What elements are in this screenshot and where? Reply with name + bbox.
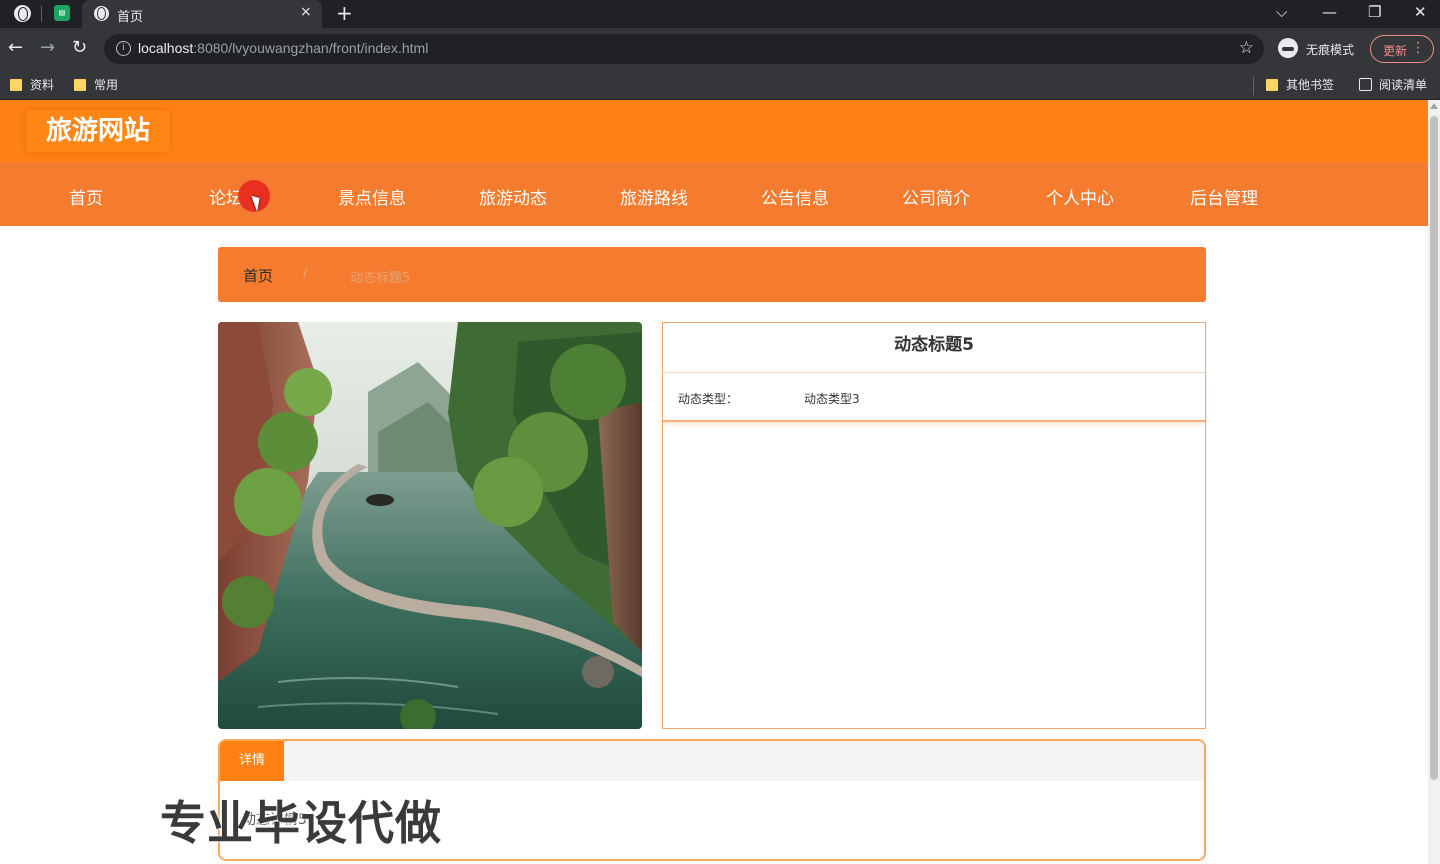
site-header: 旅游网站 bbox=[0, 100, 1428, 162]
active-tab[interactable]: 首页 × bbox=[82, 0, 322, 28]
reload-icon[interactable]: ↻ bbox=[72, 37, 87, 58]
scroll-up-icon[interactable] bbox=[1430, 103, 1438, 109]
restore-icon[interactable]: ❐ bbox=[1368, 3, 1381, 21]
detail-tab-bar: 详情 bbox=[220, 741, 1204, 781]
page-viewport: 旅游网站 首页 论坛 景点信息 旅游动态 旅游路线 公告信息 公司简介 个人中心… bbox=[0, 100, 1428, 864]
close-window-icon[interactable]: ✕ bbox=[1414, 3, 1427, 21]
tab-close-icon[interactable]: × bbox=[300, 4, 312, 20]
tab-title: 首页 bbox=[117, 9, 144, 24]
new-tab-icon[interactable]: + bbox=[336, 1, 353, 25]
browser-tab-strip: ▤ 首页 × + ⌵ — ❐ ✕ bbox=[0, 0, 1440, 28]
nav-item-home[interactable]: 首页 bbox=[69, 184, 103, 209]
nav-item-notices[interactable]: 公告信息 bbox=[761, 184, 829, 209]
bookmarks-bar: 资料 常用 其他书签 阅读清单 bbox=[0, 70, 1440, 100]
bookmark-folder-ziliao[interactable]: 资料 bbox=[8, 76, 54, 94]
news-type-row: 动态类型： 动态类型3 bbox=[663, 374, 1205, 422]
back-arrow-icon[interactable]: ← bbox=[8, 37, 23, 58]
site-info-icon[interactable]: i bbox=[116, 41, 131, 56]
browser-toolbar: ← → ↻ i localhost:8080/lvyouwangzhan/fro… bbox=[0, 28, 1440, 70]
tab-detail[interactable]: 详情 bbox=[220, 741, 284, 781]
forward-arrow-icon[interactable]: → bbox=[40, 37, 55, 58]
news-type-value: 动态类型3 bbox=[804, 392, 860, 406]
news-image bbox=[218, 322, 642, 729]
nav-item-admin[interactable]: 后台管理 bbox=[1190, 184, 1258, 209]
nav-item-company[interactable]: 公司简介 bbox=[902, 184, 970, 209]
address-bar[interactable]: i localhost:8080/lvyouwangzhan/front/ind… bbox=[104, 34, 1264, 64]
nav-item-news[interactable]: 旅游动态 bbox=[479, 184, 547, 209]
news-title: 动态标题5 bbox=[663, 323, 1205, 373]
update-button[interactable]: 更新 ⋮ bbox=[1370, 35, 1434, 63]
menu-dots-icon[interactable]: ⋮ bbox=[1411, 40, 1425, 56]
bookmark-star-icon[interactable]: ☆ bbox=[1239, 38, 1254, 58]
nav-item-routes[interactable]: 旅游路线 bbox=[620, 184, 688, 209]
folder-icon bbox=[10, 79, 22, 91]
tab-divider bbox=[41, 6, 42, 22]
news-type-label: 动态类型： bbox=[678, 392, 739, 406]
bookmark-folder-changyong[interactable]: 常用 bbox=[72, 76, 118, 94]
main-nav: 首页 论坛 景点信息 旅游动态 旅游路线 公告信息 公司简介 个人中心 后台管理 bbox=[0, 162, 1428, 226]
reading-list[interactable]: 阅读清单 bbox=[1357, 76, 1427, 94]
page-scrollbar[interactable] bbox=[1428, 100, 1440, 864]
watermark-overlay: 专业毕设代做 bbox=[160, 796, 442, 850]
nav-item-personal[interactable]: 个人中心 bbox=[1046, 184, 1114, 209]
reading-list-icon bbox=[1359, 78, 1372, 91]
news-info-panel: 动态标题5 动态类型： 动态类型3 bbox=[662, 322, 1206, 729]
breadcrumb-separator: / bbox=[303, 265, 308, 281]
breadcrumb-home-link[interactable]: 首页 bbox=[243, 265, 273, 286]
tab-favicon-globe-icon bbox=[94, 6, 109, 21]
breadcrumb: 首页 / 动态标题5 bbox=[218, 247, 1206, 302]
nav-item-attractions[interactable]: 景点信息 bbox=[338, 184, 406, 209]
incognito-icon bbox=[1278, 38, 1298, 58]
tab-search-chevron-icon[interactable]: ⌵ bbox=[1276, 3, 1287, 21]
minimize-icon[interactable]: — bbox=[1322, 3, 1337, 21]
bookmarks-divider bbox=[1253, 77, 1254, 95]
folder-icon bbox=[74, 79, 86, 91]
gorge-lake-photo bbox=[218, 322, 642, 729]
breadcrumb-current: 动态标题5 bbox=[350, 271, 411, 286]
url-text: localhost:8080/lvyouwangzhan/front/index… bbox=[138, 40, 429, 56]
incognito-label: 无痕模式 bbox=[1306, 43, 1355, 57]
site-logo[interactable]: 旅游网站 bbox=[26, 110, 170, 152]
other-bookmarks[interactable]: 其他书签 bbox=[1264, 76, 1334, 94]
pinned-app-icon[interactable]: ▤ bbox=[54, 5, 70, 21]
browser-globe-icon[interactable] bbox=[14, 5, 31, 22]
folder-icon bbox=[1266, 79, 1278, 91]
scrollbar-thumb[interactable] bbox=[1430, 116, 1438, 780]
